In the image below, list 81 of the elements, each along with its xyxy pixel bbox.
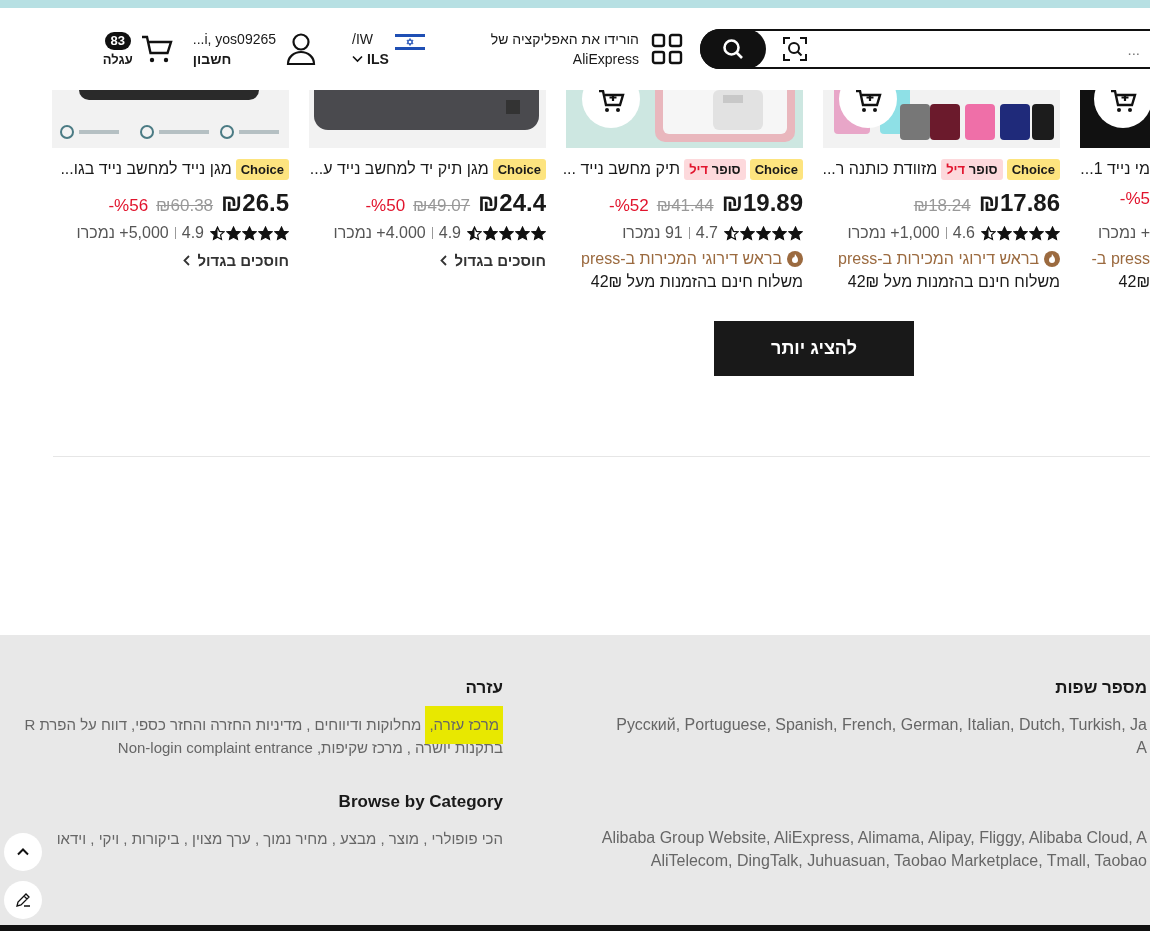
original-price: ₪41.44: [656, 196, 714, 216]
cart-plus-icon: [597, 90, 625, 114]
savings-link[interactable]: חוסכים בגדול: [439, 250, 546, 270]
product-title[interactable]: מגן תיק יד למחשב נייד ע...: [309, 160, 489, 178]
rating-value: 4.9: [181, 224, 204, 242]
app-name[interactable]: AliExpress: [490, 49, 639, 69]
bestseller-note: בראש דירוגי המכירות ב-press: [838, 250, 1039, 268]
help-link[interactable]: מרכז שקיפות,: [316, 738, 403, 758]
choice-tag: Choice: [235, 158, 289, 180]
choice-tag: Choice: [749, 158, 803, 180]
search-bar[interactable]: ...: [700, 29, 1150, 69]
account-label[interactable]: חשבון: [192, 49, 232, 69]
original-price: ₪60.38: [156, 196, 214, 216]
product-title[interactable]: מי נייד 1...: [1080, 160, 1150, 178]
chevron-left-icon: [439, 254, 447, 266]
shipping-note: 42₪: [1117, 273, 1150, 291]
cart-icon[interactable]: [140, 34, 173, 64]
help-link[interactable]: דווח על הפרת R: [24, 715, 127, 735]
sold-count: + נמכרו: [1097, 224, 1150, 242]
browse-heading: Browse by Category: [338, 792, 503, 812]
sold-count: 91 נמכרו: [622, 224, 683, 242]
price: ₪26.5: [221, 189, 289, 217]
qr-code-icon: [651, 33, 683, 65]
discount: -%56: [108, 196, 149, 216]
partner-links[interactable]: AliTelecom, DingTalk, Juhuasuan, Taobao Marketplace, Tmall, Taobao: [650, 851, 1147, 871]
currency-selector[interactable]: ILS: [352, 49, 389, 69]
help-link[interactable]: מחלוקות ודיווחים ,: [306, 715, 422, 735]
image-search-icon: [782, 36, 808, 62]
cart-count-badge: 83: [104, 31, 131, 50]
help-heading: עזרה: [465, 678, 503, 698]
original-price: ₪18.24: [913, 196, 971, 216]
product-title[interactable]: תיק מחשב נייד ...: [562, 160, 681, 178]
discount: -%50: [365, 196, 406, 216]
flame-icon: [787, 251, 803, 267]
sold-count: 5,000+ נמכרו: [76, 224, 169, 242]
discount: -%5: [1119, 189, 1150, 209]
sold-count: 1,000+ נמכרו: [847, 224, 940, 242]
price: ₪24.4: [478, 189, 546, 217]
savings-link[interactable]: חוסכים בגדול: [182, 250, 289, 270]
help-link[interactable]: מדיניות החזרה והחזר כספי,: [131, 715, 303, 735]
flag-icon: [394, 32, 425, 52]
price: ₪17.86: [978, 189, 1060, 217]
discount: -%52: [609, 196, 649, 216]
price: ₪19.89: [721, 189, 803, 217]
partner-links[interactable]: Alibaba Group Website, AliExpress, Alimama, Alipay, Fliggy, Alibaba Cloud, A: [601, 828, 1147, 848]
language-code[interactable]: /IW: [352, 29, 374, 49]
product-title[interactable]: מזוודת כותנה ר...: [822, 160, 938, 178]
rating-value: 4.6: [952, 224, 975, 242]
rating-value: 4.9: [438, 224, 461, 242]
search-field[interactable]: ...: [808, 39, 1150, 59]
original-price: ₪49.07: [413, 196, 471, 216]
deal-tag: סופר דיל: [941, 158, 1003, 180]
chevron-down-icon: [352, 55, 364, 63]
languages-list[interactable]: A: [1136, 738, 1147, 758]
flame-icon: [1044, 251, 1060, 267]
category-links[interactable]: הכי פופולרי , מוצר , מבצע , מחיר נמוך , ערך מצוין , ביקורות , ויקי , וידאו: [56, 829, 503, 849]
chevron-left-icon: [182, 254, 190, 266]
cart-label[interactable]: עגלה: [102, 51, 133, 67]
help-link[interactable]: מרכז עזרה,: [425, 706, 503, 744]
app-promo-text[interactable]: הורידו את האפליקציה של: [490, 29, 639, 49]
choice-tag: Choice: [1006, 158, 1060, 180]
shipping-note: משלוח חינם בהזמנות מעל 42₪: [589, 273, 803, 291]
user-name[interactable]: ...i, yos09265: [192, 29, 277, 49]
choice-tag: Choice: [492, 158, 546, 180]
shipping-note: משלוח חינם בהזמנות מעל 42₪: [846, 273, 1060, 291]
rating-value: 4.7: [695, 224, 718, 242]
cart-plus-icon: [1109, 90, 1137, 114]
sold-count: 4.000+ נמכרו: [333, 224, 426, 242]
bestseller-note: press ב-: [1091, 250, 1150, 268]
help-link[interactable]: Non-login complaint entrance: [117, 738, 313, 758]
languages-list[interactable]: Русский, Portuguese, Spanish, French, German, Italian, Dutch, Turkish, Ja: [616, 715, 1147, 735]
languages-heading: מספר שפות: [1055, 678, 1147, 698]
search-icon: [721, 37, 745, 61]
user-icon: [286, 32, 317, 66]
cart-plus-icon: [854, 90, 882, 114]
search-button[interactable]: [700, 29, 766, 69]
show-more-button[interactable]: להציג יותר: [714, 321, 914, 376]
deal-tag: סופר דיל: [684, 158, 746, 180]
pencil-icon: [15, 892, 31, 908]
bestseller-note: בראש דירוגי המכירות ב-press: [581, 250, 782, 268]
product-title[interactable]: מגן נייד למחשב נייד בגו...: [60, 160, 232, 178]
